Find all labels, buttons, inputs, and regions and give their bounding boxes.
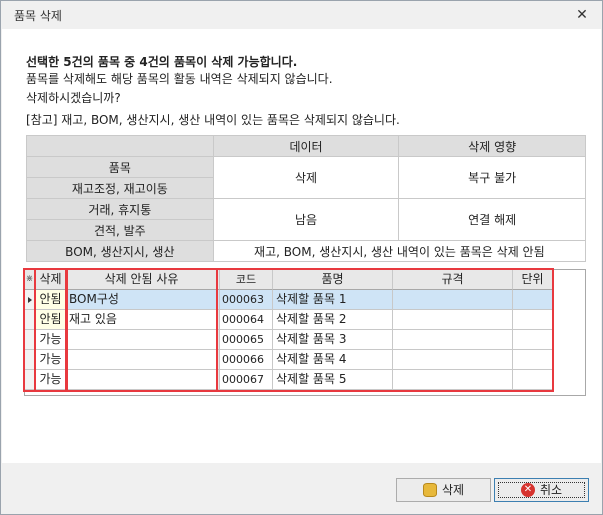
cell-unit bbox=[513, 350, 553, 370]
cancel-icon: ✕ bbox=[520, 482, 535, 497]
cell-status: 안됨 bbox=[35, 310, 67, 330]
delete-button[interactable]: 삭제 bbox=[396, 478, 491, 502]
cell-name: 삭제할 품목 2 bbox=[273, 310, 393, 330]
col-header-name[interactable]: 품명 bbox=[273, 270, 393, 290]
impact-row-label: 품목 bbox=[26, 156, 214, 178]
impact-row-label: 거래, 휴지통 bbox=[26, 198, 214, 220]
col-header-reason[interactable]: 삭제 안됨 사유 bbox=[67, 270, 217, 290]
cell-status: 안됨 bbox=[35, 290, 67, 310]
table-row[interactable]: 안됨 재고 있음 000064 삭제할 품목 2 bbox=[25, 310, 585, 330]
col-header-unit[interactable]: 단위 bbox=[513, 270, 553, 290]
cell-name: 삭제할 품목 1 bbox=[273, 290, 393, 310]
dialog-footer: 삭제 ✕ 취소 bbox=[2, 463, 601, 514]
table-row[interactable]: 가능 000065 삭제할 품목 3 bbox=[25, 330, 585, 350]
impact-header-data: 데이터 bbox=[212, 135, 400, 157]
database-icon bbox=[422, 482, 437, 497]
info-message: 품목를 삭제해도 해당 품목의 활동 내역은 삭제되지 않습니다. bbox=[26, 72, 333, 86]
col-header-status[interactable]: 삭제 bbox=[35, 270, 67, 290]
cell-name: 삭제할 품목 5 bbox=[273, 370, 393, 390]
delete-button-label: 삭제 bbox=[441, 483, 465, 497]
title-bar: 품목 삭제 ✕ bbox=[1, 1, 602, 29]
cell-status: 가능 bbox=[35, 330, 67, 350]
cell-spec bbox=[393, 290, 513, 310]
current-row-icon bbox=[27, 297, 32, 303]
row-indicator bbox=[25, 370, 35, 390]
headline-message: 선택한 5건의 품목 중 4건의 품목이 삭제 가능합니다. bbox=[26, 55, 298, 69]
cell-code: 000067 bbox=[220, 370, 273, 390]
dialog-window: 품목 삭제 ✕ 선택한 5건의 품목 중 4건의 품목이 삭제 가능합니다. 품… bbox=[0, 0, 603, 515]
impact-row-data: 삭제 bbox=[212, 156, 400, 199]
cell-reason: 재고 있음 bbox=[67, 310, 217, 330]
window-title: 품목 삭제 bbox=[14, 9, 62, 23]
confirm-question: 삭제하시겠습니까? bbox=[26, 91, 121, 105]
cell-status: 가능 bbox=[35, 370, 67, 390]
dialog-body: 선택한 5건의 품목 중 4건의 품목이 삭제 가능합니다. 품목를 삭제해도 … bbox=[2, 29, 601, 463]
cell-code: 000065 bbox=[220, 330, 273, 350]
grid-header: ⋇ 삭제 삭제 안됨 사유 코드 품명 규격 단위 bbox=[25, 270, 585, 290]
impact-row-impact: 복구 불가 bbox=[398, 156, 586, 199]
close-button[interactable]: ✕ bbox=[570, 6, 594, 24]
impact-table: 데이터 삭제 영향 품목 삭제 복구 불가 재고조정, 재고이동 거래, 휴지통… bbox=[26, 135, 587, 262]
impact-row-merged: 재고, BOM, 생산지시, 생산 내역이 있는 품목은 삭제 안됨 bbox=[212, 240, 587, 262]
impact-row-data: 남음 bbox=[212, 198, 400, 241]
table-row[interactable]: 가능 000066 삭제할 품목 4 bbox=[25, 350, 585, 370]
row-indicator bbox=[25, 330, 35, 350]
cell-code: 000066 bbox=[220, 350, 273, 370]
cell-name: 삭제할 품목 4 bbox=[273, 350, 393, 370]
cancel-button[interactable]: ✕ 취소 bbox=[494, 478, 589, 502]
impact-row-label: BOM, 생산지시, 생산 bbox=[26, 240, 214, 262]
grid-indicator-header: ⋇ bbox=[25, 270, 35, 290]
impact-row-impact: 연결 해제 bbox=[398, 198, 586, 241]
table-row[interactable]: 안됨 BOM구성 000063 삭제할 품목 1 bbox=[25, 290, 585, 310]
impact-row-label: 견적, 발주 bbox=[26, 219, 214, 241]
cell-spec bbox=[393, 310, 513, 330]
cell-spec bbox=[393, 330, 513, 350]
cell-unit bbox=[513, 370, 553, 390]
impact-row-label: 재고조정, 재고이동 bbox=[26, 177, 214, 199]
cell-reason: BOM구성 bbox=[67, 290, 217, 310]
cell-name: 삭제할 품목 3 bbox=[273, 330, 393, 350]
cell-reason bbox=[67, 330, 217, 350]
cell-spec bbox=[393, 370, 513, 390]
note-message: [참고] 재고, BOM, 생산지시, 생산 내역이 있는 품목은 삭제되지 않… bbox=[26, 113, 400, 127]
cell-status: 가능 bbox=[35, 350, 67, 370]
cell-spec bbox=[393, 350, 513, 370]
cell-code: 000064 bbox=[220, 310, 273, 330]
impact-header-blank bbox=[26, 135, 214, 157]
cell-reason bbox=[67, 370, 217, 390]
cell-unit bbox=[513, 330, 553, 350]
focus-ring bbox=[498, 482, 585, 498]
col-header-spec[interactable]: 규격 bbox=[393, 270, 513, 290]
cell-unit bbox=[513, 290, 553, 310]
row-indicator bbox=[25, 350, 35, 370]
cell-reason bbox=[67, 350, 217, 370]
cell-code: 000063 bbox=[220, 290, 273, 310]
col-header-code[interactable]: 코드 bbox=[220, 270, 273, 290]
cell-unit bbox=[513, 310, 553, 330]
impact-header-impact: 삭제 영향 bbox=[398, 135, 586, 157]
row-indicator bbox=[25, 310, 35, 330]
item-grid: ⋇ 삭제 삭제 안됨 사유 코드 품명 규격 단위 안됨 BOM구성 00006… bbox=[24, 269, 586, 396]
row-indicator bbox=[25, 290, 35, 310]
table-row[interactable]: 가능 000067 삭제할 품목 5 bbox=[25, 370, 585, 390]
